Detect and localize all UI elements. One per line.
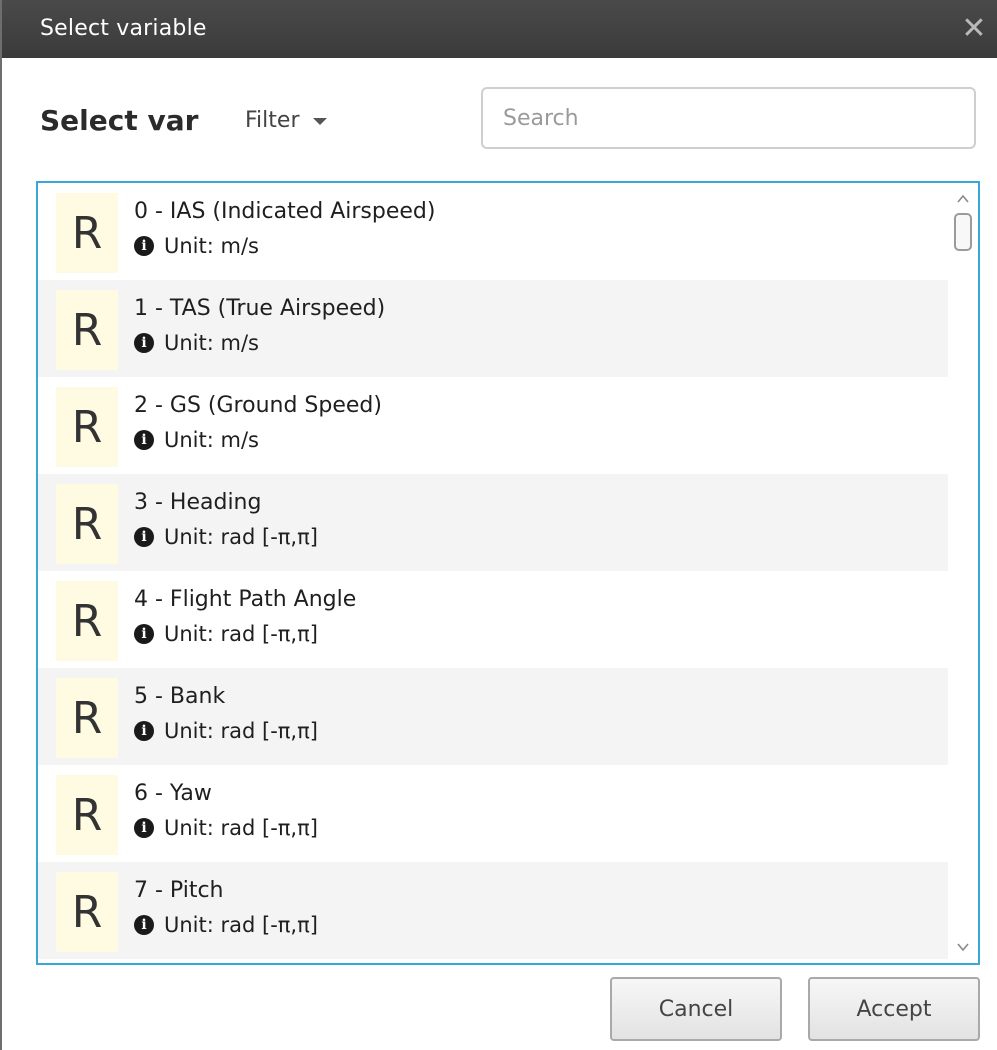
variable-name: 2 - GS (Ground Speed) [134,393,382,418]
list-item[interactable]: R 4 - Flight Path Angle i Unit: rad [-π,π] [38,571,948,668]
list-item[interactable]: R 7 - Pitch i Unit: rad [-π,π] [38,862,948,959]
info-icon: i [134,333,154,353]
variable-name: 4 - Flight Path Angle [134,587,357,612]
variable-unit: Unit: m/s [164,428,259,452]
variable-name: 1 - TAS (True Airspeed) [134,296,386,321]
select-variable-dialog: Select variable ✕ Select var Filter R 0 -… [0,0,997,1050]
scroll-thumb[interactable] [954,213,972,251]
variable-name: 6 - Yaw [134,781,212,806]
variable-name: 3 - Heading [134,490,262,515]
window-title: Select variable [40,16,207,41]
variable-type-badge: R [56,193,118,273]
variable-type-badge: R [56,290,118,370]
list-item[interactable]: R 3 - Heading i Unit: rad [-π,π] [38,474,948,571]
filter-label: Filter [245,107,300,133]
variable-list-items: R0 - IAS (Indicated Airspeed) i Unit: m/s R… [38,183,948,959]
variable-type-badge: R [56,872,118,952]
variable-name: 0 - IAS (Indicated Airspeed) [134,199,436,224]
info-icon: i [134,915,154,935]
info-icon: i [134,430,154,450]
info-icon: i [134,236,154,256]
variable-unit: Unit: m/s [164,234,259,258]
scroll-up-arrow-icon[interactable] [955,191,971,207]
header-row: Select var Filter [2,58,997,178]
list-item[interactable]: R 1 - TAS (True Airspeed) i Unit: m/s [38,280,948,377]
list-item[interactable]: R 6 - Yaw i Unit: rad [-π,π] [38,765,948,862]
accept-button[interactable]: Accept [808,977,980,1041]
variable-unit: Unit: rad [-π,π] [164,622,318,646]
variable-unit: Unit: rad [-π,π] [164,525,318,549]
variable-unit: Unit: m/s [164,331,259,355]
variable-type-badge: R [56,484,118,564]
variable-name: 5 - Bank [134,684,226,709]
variable-unit-row: i Unit: rad [-π,π] [134,816,318,840]
info-icon: i [134,624,154,644]
variable-unit-row: i Unit: rad [-π,π] [134,719,318,743]
variable-type-badge: R [56,581,118,661]
variable-unit: Unit: rad [-π,π] [164,719,318,743]
page-title: Select var [40,104,199,137]
search-input[interactable] [481,87,976,149]
info-icon: i [134,527,154,547]
variable-unit-row: i Unit: m/s [134,234,259,258]
variable-type-badge: R [56,387,118,467]
variable-unit-row: i Unit: rad [-π,π] [134,913,318,937]
variable-unit-row: i Unit: rad [-π,π] [134,622,318,646]
variable-type-badge: R [56,678,118,758]
filter-dropdown[interactable]: Filter [245,102,328,138]
variable-list[interactable]: R0 - IAS (Indicated Airspeed) i Unit: m/s R… [36,181,980,965]
info-icon: i [134,818,154,838]
list-item[interactable]: R 5 - Bank i Unit: rad [-π,π] [38,668,948,765]
variable-unit: Unit: rad [-π,π] [164,913,318,937]
variable-unit: Unit: rad [-π,π] [164,816,318,840]
list-item[interactable]: R 2 - GS (Ground Speed) i Unit: m/s [38,377,948,474]
variable-unit-row: i Unit: rad [-π,π] [134,525,318,549]
variable-name: 7 - Pitch [134,878,224,903]
title-bar[interactable]: Select variable ✕ [2,0,997,58]
cancel-button[interactable]: Cancel [610,977,782,1041]
info-icon: i [134,721,154,741]
variable-unit-row: i Unit: m/s [134,331,259,355]
close-icon[interactable]: ✕ [959,14,989,44]
list-item[interactable]: R 0 - IAS (Indicated Airspeed) i Unit: m/s [38,183,948,280]
caret-down-icon [313,117,328,125]
variable-unit-row: i Unit: m/s [134,428,259,452]
variable-type-badge: R [56,775,118,855]
vertical-scrollbar[interactable] [948,183,978,963]
scroll-down-arrow-icon[interactable] [955,939,971,955]
